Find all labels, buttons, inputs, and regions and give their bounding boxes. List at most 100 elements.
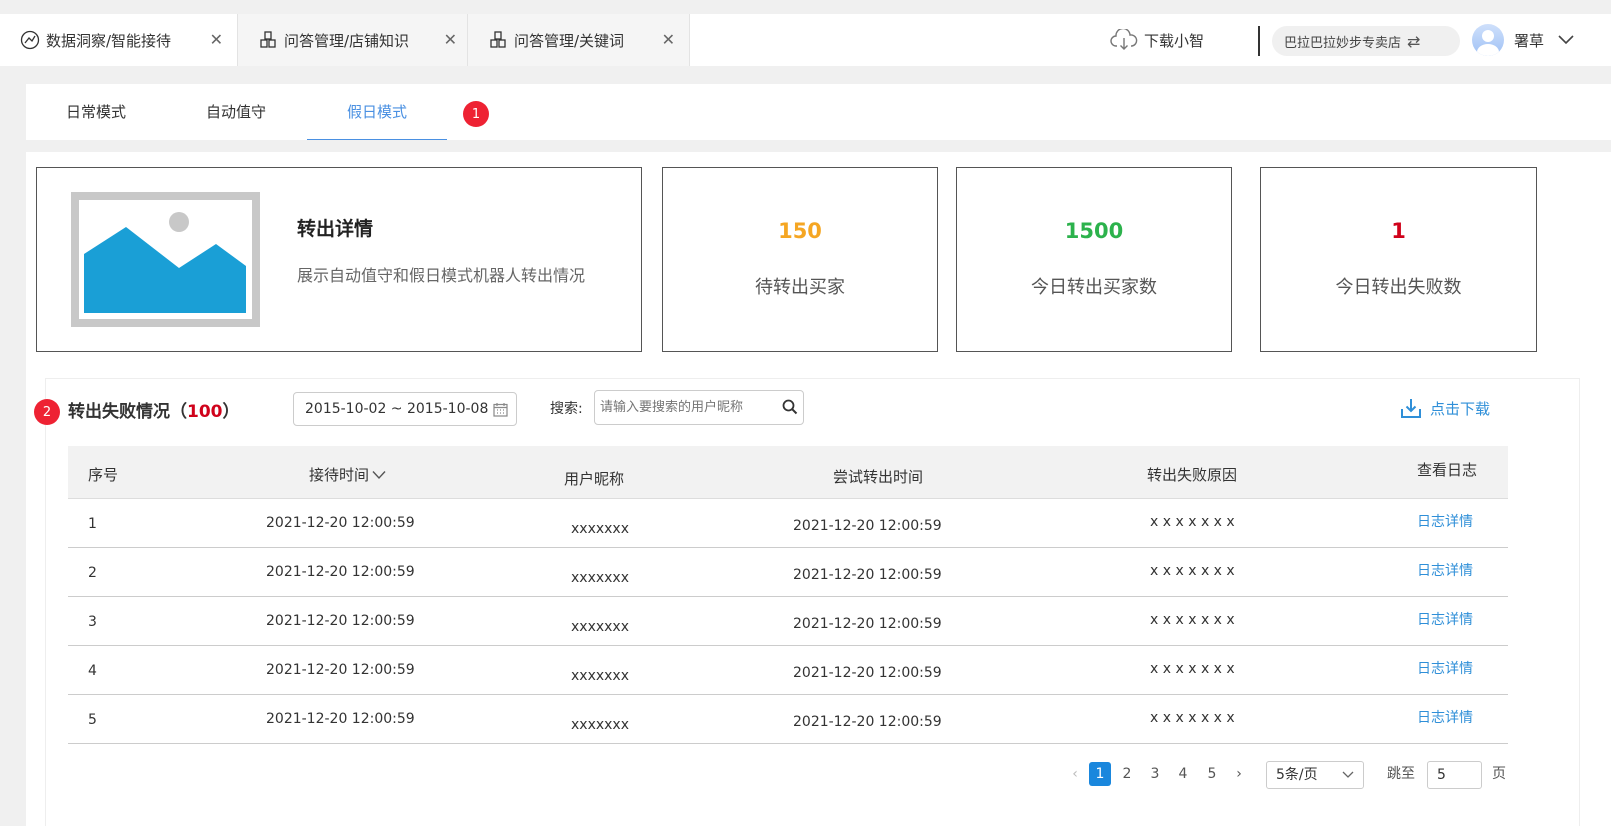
table-row: 1 2021-12-20 12:00:59 xxxxxxx 2021-12-20 12… [68,499,1508,548]
log-detail-link[interactable]: 日志详情 [1417,658,1473,678]
user-name: 署草 [1514,31,1545,50]
search-icon[interactable] [782,399,798,419]
metric-card-transferred: 1500 今日转出买家数 [956,167,1232,352]
cloud-download-icon [1110,29,1138,51]
page-1[interactable]: 1 [1089,762,1111,786]
intro-title: 转出详情 [297,218,374,240]
jump-page-input[interactable] [1427,761,1482,789]
search-input[interactable] [594,390,804,425]
cell-nickname: xxxxxxx [571,668,629,684]
annotation-badge: 1 [463,101,489,127]
log-detail-link[interactable]: 日志详情 [1417,707,1473,727]
metric-label: 今日转出失败数 [1335,277,1462,298]
tab-daily-mode[interactable]: 日常模式 [26,84,166,140]
cell-reception-time: 2021-12-20 12:00:59 [266,711,415,727]
search-label: 搜索: [550,401,583,417]
cell-attempt-time: 2021-12-20 12:00:59 [793,714,942,730]
cell-reception-time: 2021-12-20 12:00:59 [266,515,415,531]
blocks-icon [488,30,508,50]
cell-nickname: xxxxxxx [571,570,629,586]
download-app-label: 下载小智 [1144,31,1205,50]
page-size-select[interactable]: 5条/页 [1266,761,1364,789]
page-5[interactable]: 5 [1204,762,1220,786]
tab-data-insight[interactable]: 数据洞察/智能接待 ✕ [0,14,238,66]
date-range-value: 2015-10-02 ~ 2015-10-08 [305,401,489,417]
close-icon[interactable]: ✕ [210,30,223,49]
annotation-badge: 2 [34,399,60,425]
header-reception-time[interactable]: 接待时间 [309,464,387,485]
user-menu[interactable]: 署草 [1514,14,1574,66]
close-icon[interactable]: ✕ [662,30,675,49]
calendar-icon [493,402,508,417]
metric-value: 1500 [1064,219,1124,243]
download-icon [1400,397,1422,419]
cell-nickname: xxxxxxx [571,717,629,733]
top-bar: 数据洞察/智能接待 ✕ 问答管理/店铺知识 ✕ 问答管理/关键词 ✕ 下载小智 … [0,14,1611,66]
intro-card: 转出详情 展示自动值守和假日模式机器人转出情况 [36,167,642,352]
cell-reason: x x x x x x x [1150,514,1235,530]
brain-icon [20,30,40,50]
table-row: 5 2021-12-20 12:00:59 xxxxxxx 2021-12-20 12… [68,695,1508,744]
download-app-button[interactable]: 下载小智 [1110,14,1204,66]
shop-name: 巴拉巴拉妙步专卖店 [1284,35,1402,51]
divider [1258,26,1260,56]
failure-count: 100 [187,402,223,422]
cell-reason: x x x x x x x [1150,710,1235,726]
header-no: 序号 [88,466,119,484]
jump-label: 跳至 [1387,766,1415,782]
chevron-down-icon [1558,35,1574,45]
cell-no: 2 [88,565,97,581]
download-button[interactable]: 点击下载 [1400,397,1490,419]
table-row: 4 2021-12-20 12:00:59 xxxxxxx 2021-12-20 12… [68,646,1508,695]
cell-attempt-time: 2021-12-20 12:00:59 [793,665,942,681]
date-range-picker[interactable]: 2015-10-02 ~ 2015-10-08 [293,392,517,426]
cell-no: 4 [88,663,97,679]
cell-nickname: xxxxxxx [571,521,629,537]
next-page-icon[interactable]: › [1232,762,1246,786]
avatar[interactable] [1472,24,1504,56]
cell-attempt-time: 2021-12-20 12:00:59 [793,518,942,534]
cell-no: 3 [88,614,97,630]
shop-switcher[interactable]: 巴拉巴拉妙步专卖店 ⇄ [1272,26,1460,56]
tab-holiday-mode[interactable]: 假日模式 [307,84,447,140]
log-detail-link[interactable]: 日志详情 [1417,560,1473,580]
tab-keywords[interactable]: 问答管理/关键词 ✕ [468,14,690,66]
cell-reception-time: 2021-12-20 12:00:59 [266,564,415,580]
table-row: 3 2021-12-20 12:00:59 xxxxxxx 2021-12-20 12… [68,597,1508,646]
page-3[interactable]: 3 [1147,762,1163,786]
header-attempt-time: 尝试转出时间 [833,468,924,486]
tab-auto-duty[interactable]: 自动值守 [166,84,306,140]
tab-label: 问答管理/关键词 [514,31,625,50]
header-nickname: 用户昵称 [564,470,625,488]
metric-label: 待转出买家 [755,277,845,298]
header-reason: 转出失败原因 [1147,466,1238,484]
cell-reason: x x x x x x x [1150,563,1235,579]
close-icon[interactable]: ✕ [444,30,457,49]
cell-attempt-time: 2021-12-20 12:00:59 [793,616,942,632]
page-4[interactable]: 4 [1175,762,1191,786]
failure-table: 序号 接待时间 用户昵称 尝试转出时间 转出失败原因 查看日志 1 2021-12… [68,446,1508,744]
metric-card-failed: 1 今日转出失败数 [1260,167,1537,352]
metric-card-pending: 150 待转出买家 [662,167,938,352]
cell-reception-time: 2021-12-20 12:00:59 [266,613,415,629]
cell-no: 5 [88,712,97,728]
cell-nickname: xxxxxxx [571,619,629,635]
intro-description: 展示自动值守和假日模式机器人转出情况 [297,266,586,285]
tab-shop-knowledge[interactable]: 问答管理/店铺知识 ✕ [238,14,468,66]
log-detail-link[interactable]: 日志详情 [1417,609,1473,629]
table-header: 序号 接待时间 用户昵称 尝试转出时间 转出失败原因 查看日志 [68,446,1508,499]
cell-reason: x x x x x x x [1150,661,1235,677]
tab-label: 问答管理/店铺知识 [284,31,410,50]
cell-no: 1 [88,516,97,532]
cell-reason: x x x x x x x [1150,612,1235,628]
blocks-icon [258,30,278,50]
table-row: 2 2021-12-20 12:00:59 xxxxxxx 2021-12-20 12… [68,548,1508,597]
page-unit-label: 页 [1492,766,1506,782]
prev-page-icon[interactable]: ‹ [1068,762,1082,786]
switch-icon: ⇄ [1407,31,1421,51]
metric-label: 今日转出买家数 [1031,277,1157,298]
page-2[interactable]: 2 [1119,762,1135,786]
section-title: 转出失败情况（100） [68,402,240,422]
log-detail-link[interactable]: 日志详情 [1417,511,1473,531]
header-log: 查看日志 [1417,461,1478,479]
